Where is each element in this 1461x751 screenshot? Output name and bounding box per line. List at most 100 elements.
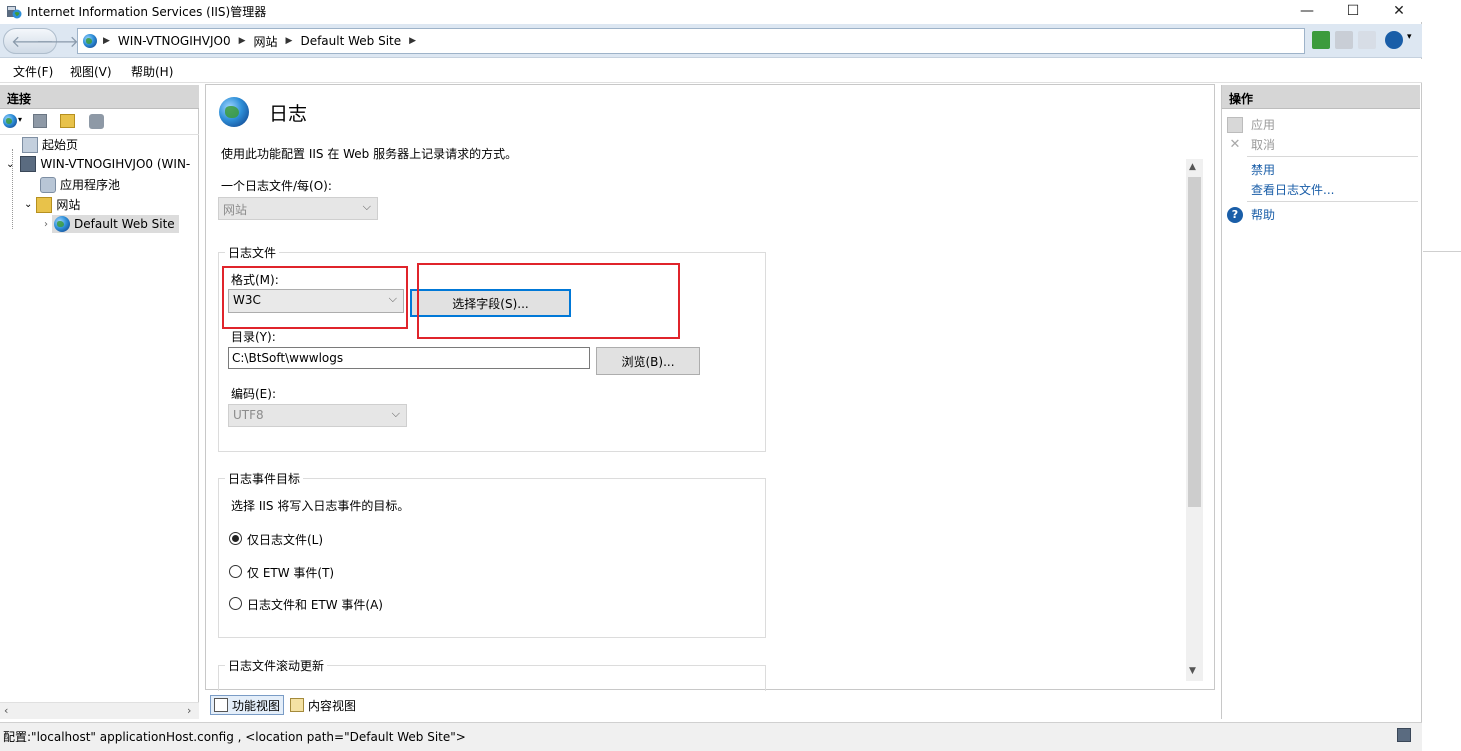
tree-item-server[interactable]: ⌄ WIN-VTNOGIHVJO0 (WIN- — [6, 156, 190, 172]
breadcrumb-server[interactable]: WIN-VTNOGIHVJO0 — [112, 34, 237, 48]
tree-item-default-web-site[interactable]: › Default Web Site — [44, 215, 179, 233]
help-icon: ? — [1227, 206, 1243, 223]
scroll-up-icon[interactable]: ▲ — [1189, 162, 1196, 172]
tab-content-view[interactable]: 内容视图 — [287, 695, 359, 715]
status-text: 配置:"localhost" applicationHost.config , … — [3, 730, 466, 744]
tree-item-start-page[interactable]: 起始页 — [22, 136, 78, 153]
collapse-chevron-icon[interactable]: › — [44, 219, 48, 230]
one-log-select[interactable]: 网站 ⌵ — [218, 197, 378, 220]
tree-item-label: 网站 — [56, 198, 81, 212]
browse-button[interactable]: 浏览(B)... — [596, 347, 700, 375]
address-row: 🡐 🡒 ▶ WIN-VTNOGIHVJO0 ▶ 网站 ▶ Default Web… — [0, 24, 1422, 58]
scroll-down-icon[interactable]: ▼ — [1189, 666, 1196, 676]
action-cancel[interactable]: ✕ 取消 — [1227, 136, 1275, 153]
radio-label[interactable]: 日志文件和 ETW 事件(A) — [247, 596, 383, 613]
action-label: 帮助 — [1251, 208, 1276, 222]
help-icon[interactable] — [1385, 31, 1403, 49]
up-folder-icon[interactable] — [60, 114, 75, 128]
help-dropdown-icon[interactable]: ▾ — [1407, 32, 1412, 42]
event-target-description: 选择 IIS 将写入日志事件的目标。 — [231, 499, 410, 513]
app-pool-icon — [40, 176, 56, 193]
selected-node: Default Web Site — [52, 215, 179, 233]
address-bar[interactable]: ▶ WIN-VTNOGIHVJO0 ▶ 网站 ▶ Default Web Sit… — [77, 28, 1305, 54]
highlight-box-format — [222, 266, 408, 329]
scroll-thumb[interactable] — [1188, 177, 1201, 507]
menu-view[interactable]: 视图(V) — [70, 63, 112, 80]
one-log-label: 一个日志文件/每(O): — [221, 179, 332, 193]
radio-log-file-only[interactable] — [229, 532, 242, 545]
expand-chevron-icon[interactable]: ⌄ — [6, 159, 14, 170]
chevron-down-icon: ⌵ — [362, 200, 371, 213]
refresh-icon[interactable] — [1312, 31, 1330, 49]
expand-chevron-icon[interactable]: ⌄ — [24, 199, 32, 210]
breadcrumb-site[interactable]: Default Web Site — [294, 34, 407, 48]
tab-label: 功能视图 — [232, 698, 281, 713]
close-button[interactable]: ✕ — [1376, 0, 1422, 22]
highlight-box-select-fields — [417, 263, 680, 339]
one-log-value: 网站 — [223, 203, 248, 217]
chevron-down-icon: ⌵ — [391, 407, 400, 420]
directory-input[interactable]: C:\BtSoft\wwwlogs — [228, 347, 590, 369]
globe-icon — [54, 216, 70, 232]
crumb-separator-icon: ▶ — [103, 36, 110, 46]
minimize-button[interactable]: — — [1284, 0, 1330, 22]
feature-description: 使用此功能配置 IIS 在 Web 服务器上记录请求的方式。 — [221, 147, 518, 161]
breadcrumb-sites[interactable]: 网站 — [248, 33, 284, 50]
tree-item-app-pools[interactable]: 应用程序池 — [40, 176, 120, 193]
action-disable[interactable]: 禁用 — [1227, 161, 1275, 178]
radio-both[interactable] — [229, 597, 242, 610]
tree-item-sites[interactable]: ⌄ 网站 — [24, 196, 80, 213]
vertical-scrollbar[interactable]: ▲ ▼ — [1186, 159, 1203, 681]
window-title: Internet Information Services (IIS)管理器 — [27, 5, 267, 19]
globe-icon — [83, 34, 97, 48]
connections-toolbar: ▾ — [0, 109, 199, 135]
encoding-select[interactable]: UTF8 ⌵ — [228, 404, 407, 427]
apply-icon — [1227, 116, 1243, 133]
save-icon[interactable] — [33, 114, 47, 128]
features-view-icon — [214, 698, 228, 712]
server-icon — [20, 156, 37, 172]
page-title: 日志 — [269, 103, 308, 125]
forward-arrow-icon[interactable]: 🡒 — [36, 31, 79, 51]
blank-icon — [1227, 162, 1243, 178]
radio-label[interactable]: 仅日志文件(L) — [247, 531, 323, 548]
radio-label[interactable]: 仅 ETW 事件(T) — [247, 564, 334, 581]
action-label: 取消 — [1251, 138, 1276, 152]
log-file-group-title: 日志文件 — [225, 244, 280, 261]
feature-pane: 日志 使用此功能配置 IIS 在 Web 服务器上记录请求的方式。 一个日志文件… — [205, 84, 1215, 691]
horizontal-scrollbar[interactable]: ‹ › — [0, 702, 199, 719]
action-apply[interactable]: 应用 — [1227, 116, 1275, 133]
connect-globe-icon[interactable] — [3, 114, 17, 128]
menu-help[interactable]: 帮助(H) — [131, 63, 173, 80]
action-view-logs[interactable]: 查看日志文件... — [1227, 181, 1334, 198]
maximize-button[interactable]: ☐ — [1330, 0, 1376, 22]
stop-icon[interactable] — [1335, 31, 1353, 49]
cancel-icon: ✕ — [1229, 136, 1241, 152]
tab-features-view[interactable]: 功能视图 — [210, 695, 285, 715]
actions-header: 操作 — [1222, 85, 1420, 109]
status-bar: 配置:"localhost" applicationHost.config , … — [0, 722, 1422, 751]
content-view-icon — [290, 698, 304, 712]
tree-item-label: Default Web Site — [74, 217, 175, 231]
connect-dropdown-icon[interactable]: ▾ — [18, 115, 22, 124]
blank-icon — [1227, 182, 1243, 198]
logging-globe-icon — [219, 97, 249, 127]
menu-bar: 文件(F) 视图(V) 帮助(H) — [0, 59, 1422, 83]
tab-label: 内容视图 — [308, 698, 357, 713]
action-label: 禁用 — [1251, 163, 1276, 177]
encoding-label: 编码(E): — [231, 387, 276, 401]
action-label: 查看日志文件... — [1251, 183, 1335, 197]
crumb-separator-icon: ▶ — [285, 36, 293, 46]
view-tabs: 功能视图 内容视图 — [205, 694, 1215, 716]
action-help[interactable]: ? 帮助 — [1227, 206, 1275, 223]
sites-folder-icon — [36, 196, 53, 213]
scroll-right-icon[interactable]: › — [187, 704, 191, 717]
scroll-left-icon[interactable]: ‹ — [4, 704, 8, 717]
home-icon[interactable] — [1358, 31, 1376, 49]
start-page-icon — [22, 136, 38, 153]
disconnect-icon[interactable] — [89, 114, 104, 129]
tree-item-label: 应用程序池 — [60, 178, 121, 192]
menu-file[interactable]: 文件(F) — [13, 63, 53, 80]
connection-status-icon — [1397, 728, 1411, 742]
radio-etw-only[interactable] — [229, 565, 242, 578]
